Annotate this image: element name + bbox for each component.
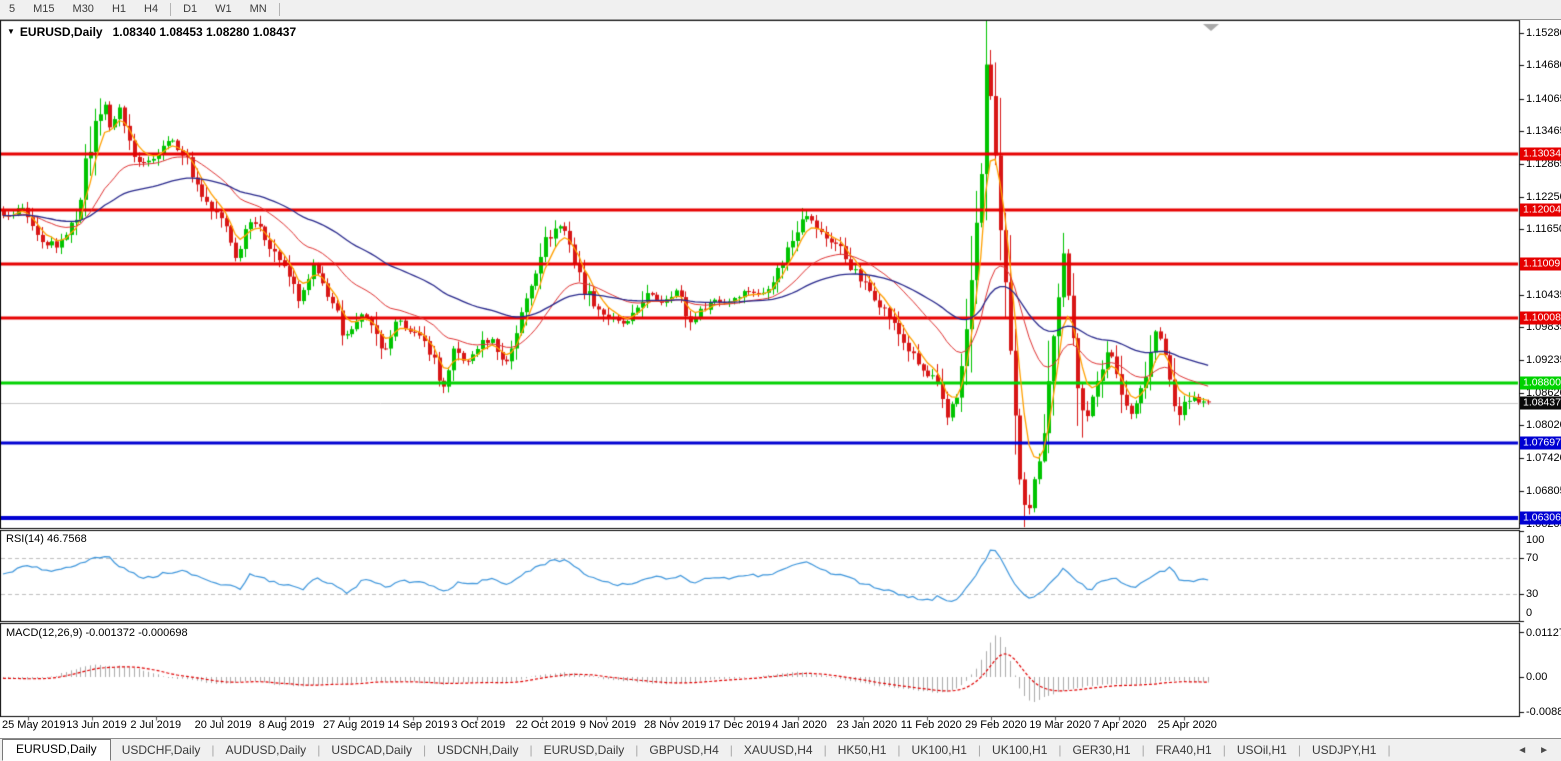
toolbar-separator bbox=[170, 3, 172, 16]
tab-usdcad-daily[interactable]: USDCAD,Daily bbox=[320, 741, 423, 760]
level-price-badge: 1.06306 bbox=[1520, 511, 1561, 525]
date-label: 11 Feb 2020 bbox=[900, 719, 962, 731]
level-price-badge: 1.08800 bbox=[1520, 376, 1561, 390]
scroll-right-icon[interactable]: ► bbox=[1539, 745, 1549, 756]
macd-tick-label: 0.00 bbox=[1526, 671, 1548, 683]
price-tick-label: 1.07420 bbox=[1526, 451, 1561, 464]
date-label: 9 Nov 2019 bbox=[579, 719, 637, 731]
date-label: 13 Jun 2019 bbox=[66, 719, 127, 731]
timeframe-button-h1[interactable]: H1 bbox=[103, 0, 135, 19]
tab-eurusd-daily[interactable]: EURUSD,Daily bbox=[2, 739, 111, 761]
tab-xauusd-h4[interactable]: XAUUSD,H4 bbox=[733, 741, 824, 760]
timeframe-button-m15[interactable]: M15 bbox=[24, 0, 63, 19]
price-tick-label: 1.10435 bbox=[1526, 288, 1561, 301]
date-label: 14 Sep 2019 bbox=[387, 719, 450, 731]
rsi-tick-label: 100 bbox=[1526, 534, 1545, 546]
price-tick-label: 1.15280 bbox=[1526, 27, 1561, 39]
date-label: 23 Jan 2020 bbox=[836, 719, 898, 731]
chart-ohlc-values: 1.08340 1.08453 1.08280 1.08437 bbox=[112, 25, 297, 39]
date-label: 3 Oct 2019 bbox=[451, 719, 506, 731]
macd-tick-label: 0.011277 bbox=[1526, 626, 1561, 639]
level-price-badge: 1.13034 bbox=[1520, 147, 1561, 161]
current-price-badge: 1.08437 bbox=[1520, 396, 1561, 410]
price-tick-label: 1.09235 bbox=[1526, 353, 1561, 366]
tab-hk50-h1[interactable]: HK50,H1 bbox=[827, 741, 898, 760]
date-label: 4 Jan 2020 bbox=[772, 719, 827, 731]
chart-title: ▼ EURUSD,Daily 1.08340 1.08453 1.08280 1.0… bbox=[7, 25, 296, 39]
macd-indicator-label: MACD(12,26,9) -0.001372 -0.000698 bbox=[6, 627, 188, 639]
rsi-tick-label: 70 bbox=[1526, 552, 1539, 564]
tab-ger30-h1[interactable]: GER30,H1 bbox=[1062, 741, 1142, 760]
date-label: 2 Jul 2019 bbox=[130, 719, 182, 731]
rsi-tick-label: 0 bbox=[1526, 607, 1533, 619]
level-price-badge: 1.10008 bbox=[1520, 311, 1561, 325]
tab-usdjpy-h1[interactable]: USDJPY,H1 bbox=[1301, 741, 1387, 760]
date-label: 27 Aug 2019 bbox=[323, 719, 385, 731]
price-tick-label: 1.13465 bbox=[1526, 125, 1561, 138]
tab-separator: | bbox=[1387, 742, 1391, 757]
macd-tick-label: -0.008845 bbox=[1526, 705, 1561, 718]
rsi-tick-label: 30 bbox=[1526, 588, 1539, 600]
tab-fra40-h1[interactable]: FRA40,H1 bbox=[1145, 741, 1223, 760]
toolbar-separator bbox=[278, 3, 280, 16]
date-label: 22 Oct 2019 bbox=[515, 719, 576, 731]
date-label: 28 Nov 2019 bbox=[644, 719, 707, 731]
chart-dropdown-icon[interactable]: ▼ bbox=[7, 27, 15, 36]
scroll-left-icon[interactable]: ◄ bbox=[1517, 745, 1527, 756]
chart-symbol-label: EURUSD,Daily bbox=[19, 25, 103, 39]
price-tick-label: 1.06805 bbox=[1526, 485, 1561, 497]
level-price-badge: 1.11009 bbox=[1520, 257, 1561, 271]
tab-eurusd-daily[interactable]: EURUSD,Daily bbox=[533, 741, 636, 760]
chart-canvas[interactable] bbox=[0, 0, 1561, 761]
rsi-indicator-label: RSI(14) 46.7568 bbox=[6, 533, 87, 545]
timeframe-button-mn[interactable]: MN bbox=[241, 0, 276, 19]
timeframe-button-w1[interactable]: W1 bbox=[206, 0, 241, 19]
price-tick-label: 1.14065 bbox=[1526, 92, 1561, 105]
symbol-tab-bar: EURUSD,Daily USDCHF,Daily | AUDUSD,Daily | US… bbox=[0, 738, 1561, 761]
timeframe-button-d1[interactable]: D1 bbox=[174, 0, 206, 19]
level-price-badge: 1.12004 bbox=[1520, 203, 1561, 217]
timeframe-button-5[interactable]: 5 bbox=[0, 0, 24, 19]
date-label: 29 Feb 2020 bbox=[965, 719, 1027, 731]
price-tick-label: 1.12250 bbox=[1526, 190, 1561, 203]
tab-audusd-daily[interactable]: AUDUSD,Daily bbox=[215, 741, 318, 760]
date-label: 20 Jul 2019 bbox=[194, 719, 252, 731]
timeframe-button-h4[interactable]: H4 bbox=[135, 0, 167, 19]
tab-uk100-h1[interactable]: UK100,H1 bbox=[901, 741, 978, 760]
price-tick-label: 1.11650 bbox=[1526, 223, 1561, 236]
tab-uk100-h1[interactable]: UK100,H1 bbox=[981, 741, 1058, 760]
mt4-chart-window: { "toolbar": { "timeframes": [ {"label":… bbox=[0, 0, 1561, 761]
timeframe-button-m30[interactable]: M30 bbox=[64, 0, 103, 19]
date-label: 25 Apr 2020 bbox=[1157, 719, 1217, 731]
tab-gbpusd-h4[interactable]: GBPUSD,H4 bbox=[638, 741, 729, 760]
level-price-badge: 1.07697 bbox=[1520, 436, 1561, 450]
date-label: 17 Dec 2019 bbox=[708, 719, 771, 731]
price-tick-label: 1.14680 bbox=[1526, 59, 1561, 72]
date-label: 7 Apr 2020 bbox=[1093, 719, 1147, 731]
tab-usdcnh-daily[interactable]: USDCNH,Daily bbox=[426, 741, 529, 760]
price-tick-label: 1.08020 bbox=[1526, 419, 1561, 432]
timeframe-toolbar: 5 M15 M30 H1 H4 D1 W1 MN bbox=[0, 0, 1561, 20]
date-label: 19 Mar 2020 bbox=[1029, 719, 1091, 731]
tab-usdchf-daily[interactable]: USDCHF,Daily bbox=[111, 741, 212, 760]
date-label: 8 Aug 2019 bbox=[258, 719, 315, 731]
date-label: 25 May 2019 bbox=[2, 719, 66, 731]
tab-usoil-h1[interactable]: USOil,H1 bbox=[1226, 741, 1298, 760]
